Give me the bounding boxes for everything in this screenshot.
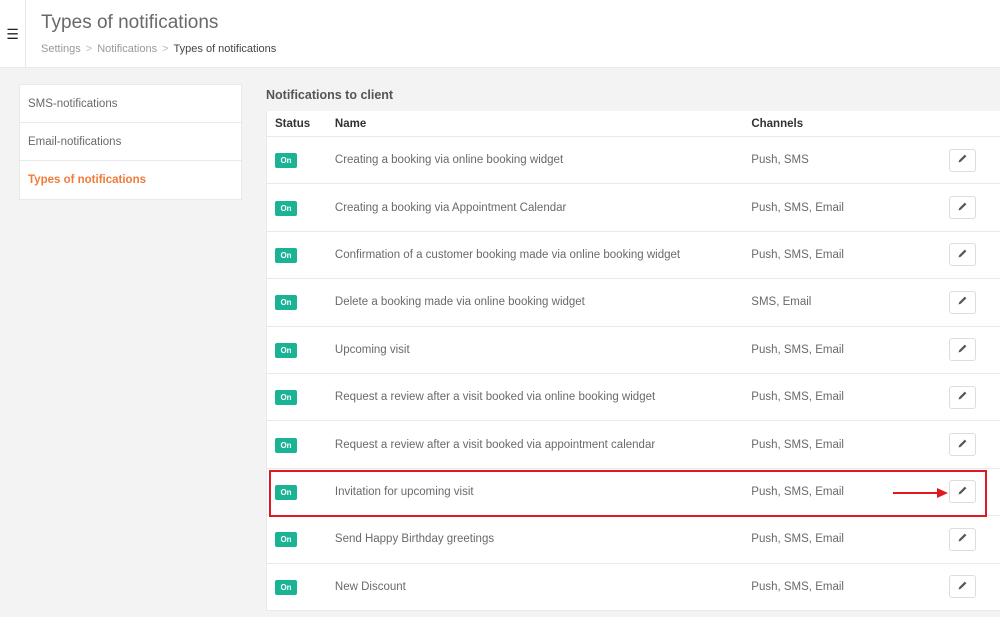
edit-button[interactable] [948,290,976,314]
edit-button[interactable] [948,148,976,172]
status-cell: On [267,342,335,358]
edit-button[interactable] [948,480,976,504]
notification-name: Confirmation of a customer booking made … [334,248,681,261]
notification-channels: Push, SMS [751,154,809,167]
settings-sidebar: SMS-notifications Email-notifications Ty… [19,84,242,200]
status-badge[interactable]: On [275,484,297,500]
status-badge[interactable]: On [275,579,297,595]
status-cell: On [267,152,335,169]
notification-channels: Push, SMS, Email [751,343,844,356]
page-title: Types of notifications [41,12,219,33]
edit-button[interactable] [948,385,976,409]
status-cell: On [267,200,335,216]
breadcrumb: Settings > Notifications > Types of notifica… [41,43,276,55]
edit-button[interactable] [948,433,976,457]
breadcrumb-separator: > [162,43,169,55]
breadcrumb-settings[interactable]: Settings [41,43,81,55]
notification-name: Request a review after a visit booked vi… [334,391,656,404]
status-badge[interactable]: On [275,342,297,358]
notification-channels: Push, SMS, Email [751,248,844,261]
status-cell: On [267,531,335,548]
notification-name: Creating a booking via Appointment Calen… [334,201,567,214]
pencil-icon [957,580,968,594]
status-badge[interactable]: On [275,247,297,263]
table-row: On Confirmation of a customer booking mad… [267,232,1000,280]
pencil-icon [957,153,968,167]
pencil-icon [957,295,968,309]
table-row: On Request a review after a visit booked … [267,374,1000,422]
breadcrumb-current: Types of notifications [173,43,277,55]
pencil-icon [957,201,968,215]
pencil-icon [957,390,968,404]
status-badge[interactable]: On [275,153,297,169]
edit-button[interactable] [948,575,976,599]
table-row: On New Discount Push, SMS, Email [267,564,1000,611]
notification-channels: SMS, Email [751,296,812,309]
column-header-status: Status [275,117,311,130]
page-header: ☰ Types of notifications Settings > Notifi… [0,0,1000,68]
column-header-channels: Channels [751,117,804,130]
pencil-icon [957,532,968,546]
table-header: Status Name Channels [267,111,1000,137]
status-cell: On [267,389,335,406]
table-row: On Creating a booking via online booking … [267,137,1000,185]
notification-name: Creating a booking via online booking wi… [334,154,564,167]
status-badge[interactable]: On [275,200,297,216]
pencil-icon [957,485,968,499]
notification-name: Upcoming visit [334,343,410,356]
edit-button[interactable] [948,243,976,267]
breadcrumb-separator: > [85,43,93,55]
status-badge[interactable]: On [275,295,297,311]
table-row: On Request a review after a visit booked … [267,421,1000,469]
notification-name: Request a review after a visit booked vi… [334,438,656,451]
notification-channels: Push, SMS, Email [751,438,844,451]
hamburger-menu-icon[interactable]: ☰ [0,0,26,68]
table-row: On Delete a booking made via online booki… [267,279,1000,327]
notification-channels: Push, SMS, Email [751,485,844,498]
status-cell: On [267,247,335,263]
table-row: On Upcoming visit Push, SMS, Email [267,327,1000,374]
column-header-name: Name [334,117,367,130]
notifications-table: Status Name Channels On Creating a bookin… [266,111,1000,611]
status-badge[interactable]: On [275,532,297,548]
notification-name: Send Happy Birthday greetings [334,533,495,546]
pencil-icon [957,438,968,452]
pencil-icon [957,343,968,357]
notification-name: Delete a booking made via online booking… [334,296,585,309]
status-cell: On [267,484,335,500]
edit-button[interactable] [948,196,976,220]
notification-channels: Push, SMS, Email [751,580,844,593]
status-cell: On [267,437,335,453]
pencil-icon [957,248,968,262]
status-cell: On [267,579,335,595]
table-row: On Send Happy Birthday greetings Push, SMS… [267,516,1000,564]
notification-channels: Push, SMS, Email [751,533,844,546]
notification-channels: Push, SMS, Email [751,391,844,404]
sidebar-item-types-of-notifications[interactable]: Types of notifications [20,161,241,199]
status-cell: On [267,294,335,311]
table-row: On Creating a booking via Appointment Cal… [267,184,1000,232]
sidebar-item-sms-notifications[interactable]: SMS-notifications [20,85,241,123]
edit-button[interactable] [948,527,976,551]
breadcrumb-notifications[interactable]: Notifications [97,43,157,55]
notification-channels: Push, SMS, Email [751,201,844,214]
section-title: Notifications to client [266,88,394,102]
notification-name: New Discount [334,580,406,593]
notification-name: Invitation for upcoming visit [334,485,474,498]
sidebar-item-email-notifications[interactable]: Email-notifications [20,123,241,161]
table-body: On Creating a booking via online booking … [267,137,1000,611]
edit-button[interactable] [948,338,976,362]
table-row: On Invitation for upcoming visit Push, SMS… [267,469,1000,517]
status-badge[interactable]: On [275,390,297,406]
status-badge[interactable]: On [275,437,297,453]
